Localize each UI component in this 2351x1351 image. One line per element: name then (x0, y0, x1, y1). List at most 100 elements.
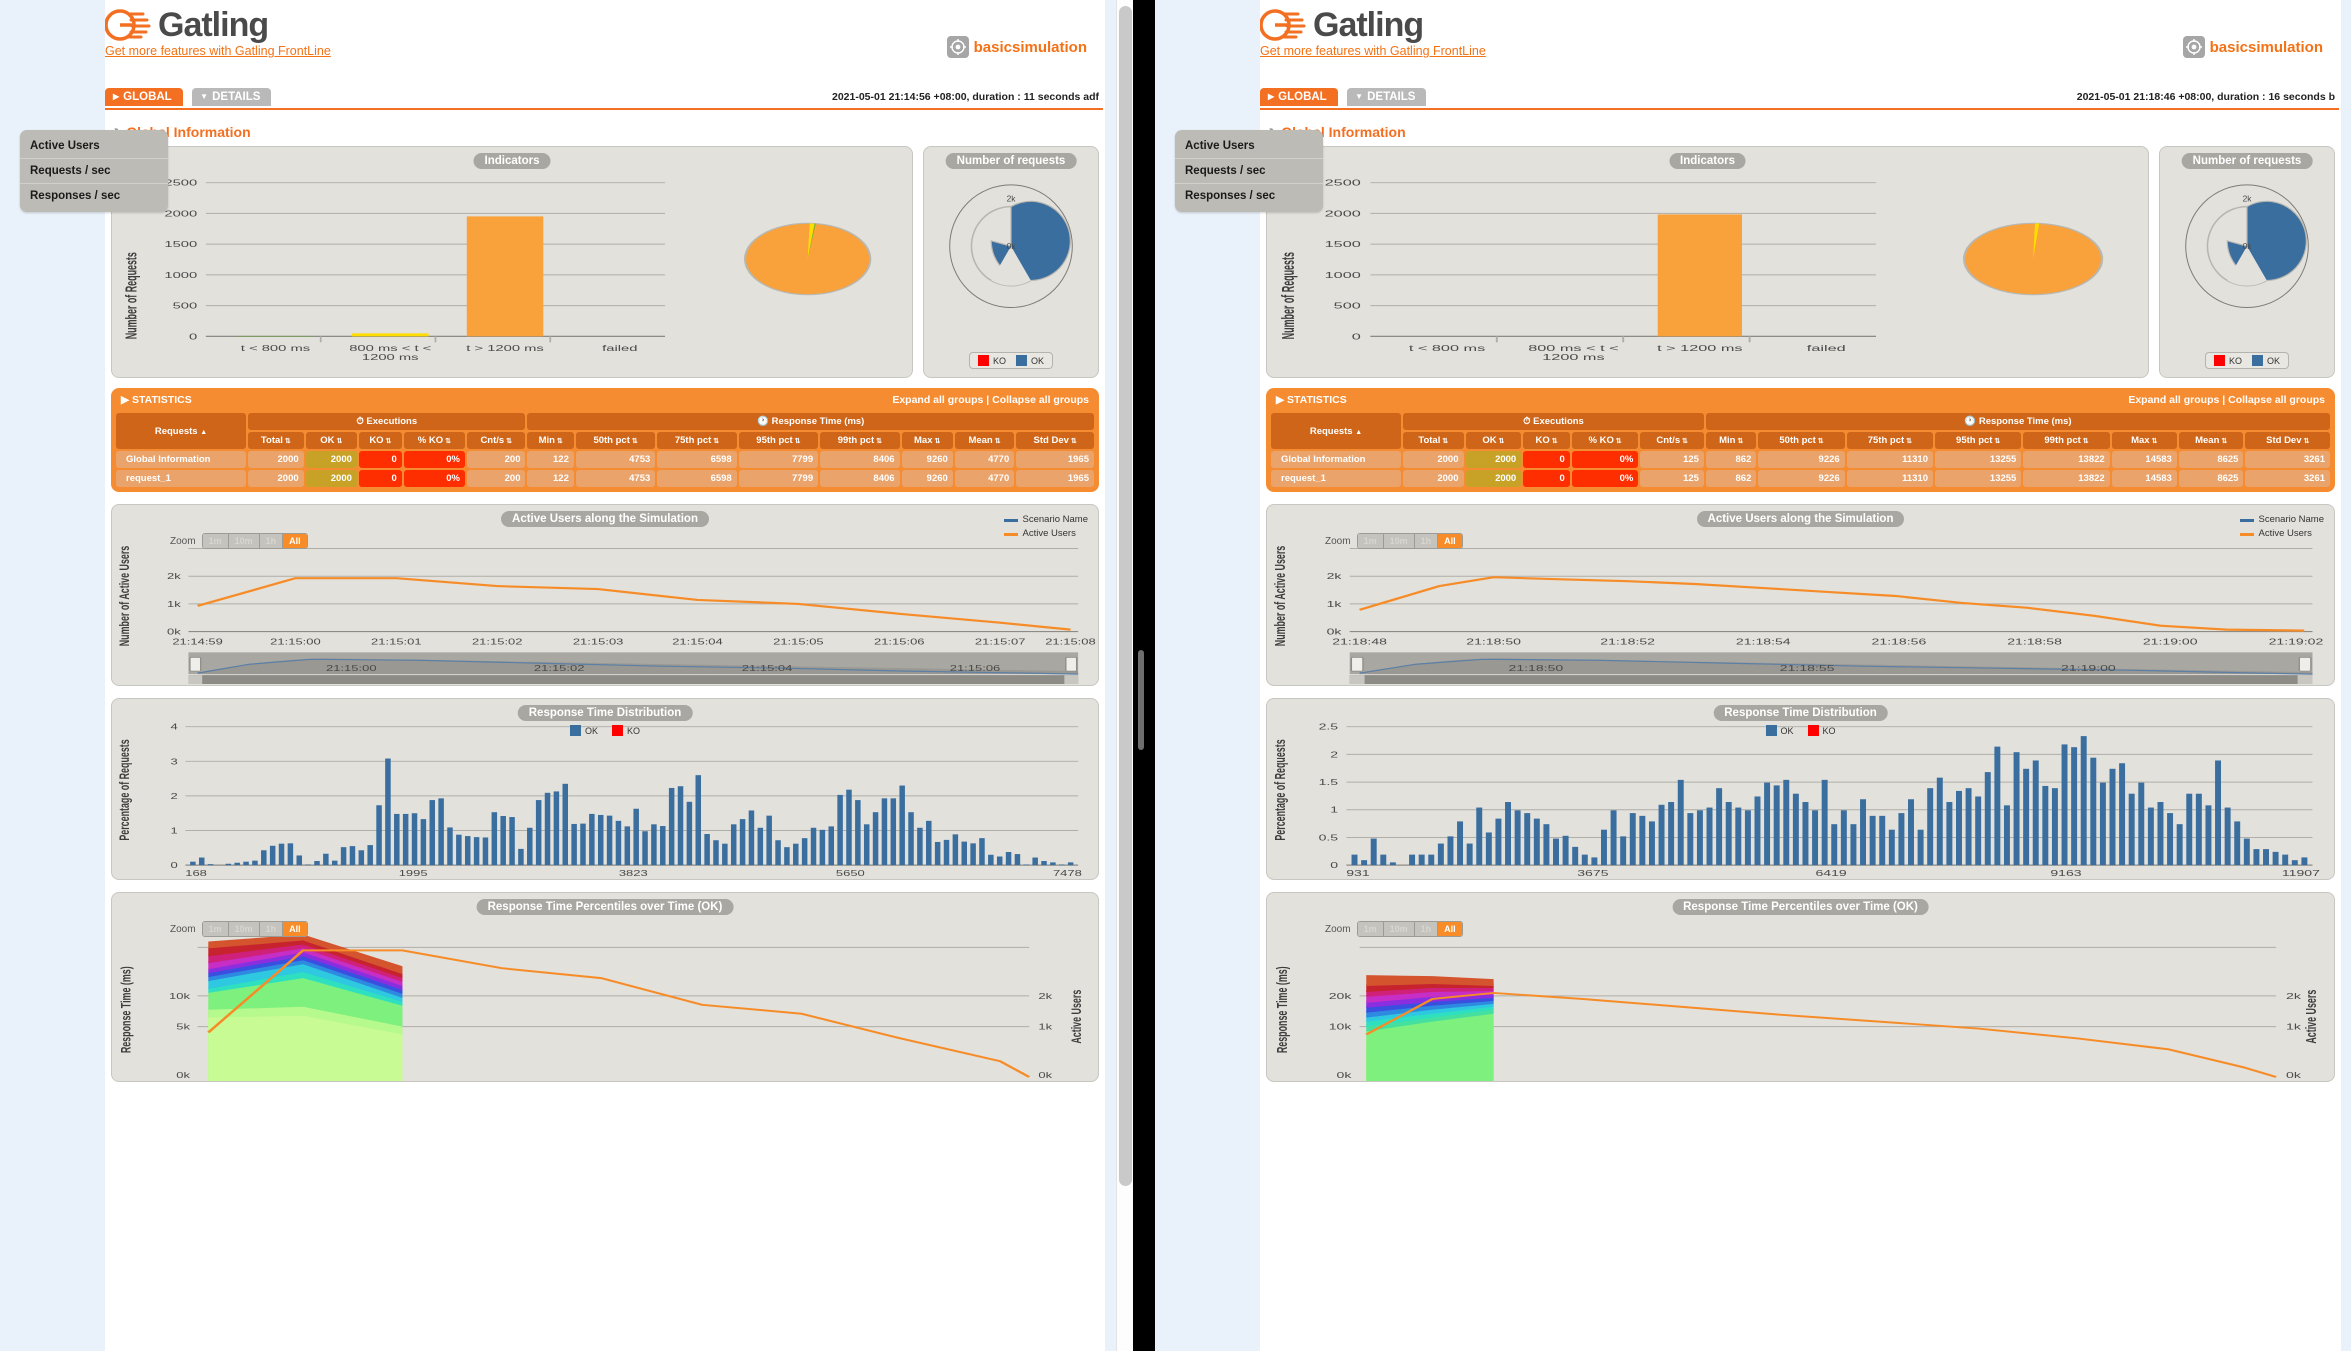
zoom-all[interactable]: All (1438, 534, 1462, 548)
col-pct-ko[interactable]: % KO ⇅ (1571, 432, 1639, 449)
col-ok[interactable]: OK ⇅ (1465, 432, 1522, 449)
svg-text:1k: 1k (1327, 600, 1342, 609)
zoom-10m[interactable]: 10m (1383, 534, 1415, 548)
col-total[interactable]: Total ⇅ (1403, 432, 1464, 449)
col-50th-pct[interactable]: 50th pct ⇅ (575, 432, 656, 449)
col-ok[interactable]: OK ⇅ (305, 432, 357, 449)
table-row[interactable]: Global Information 2000 2000 0 0% 200 12… (116, 451, 1094, 468)
col-95th-pct[interactable]: 95th pct ⇅ (738, 432, 819, 449)
histogram-bar (544, 792, 551, 866)
sidebar-item-responses-sec[interactable]: Responses / sec (1175, 184, 1323, 208)
histogram-bar (642, 831, 648, 866)
statistics-panel: ▶ STATISTICS Expand all groups | Collaps… (1266, 388, 2335, 492)
expand-all-groups-link[interactable]: Expand all groups (892, 394, 983, 406)
histogram-bar (1927, 788, 1934, 866)
histogram-bar (1965, 788, 1972, 866)
zoom-1h[interactable]: 1h (1414, 534, 1439, 548)
cell-75th: 6598 (657, 451, 737, 468)
collapse-all-groups-link[interactable]: Collapse all groups (992, 394, 1089, 406)
col-95th-pct[interactable]: 95th pct ⇅ (1935, 432, 2022, 449)
col-75th-pct[interactable]: 75th pct ⇅ (1846, 432, 1934, 449)
histogram-bar (1869, 815, 1876, 866)
zoom-1m[interactable]: 1m (202, 922, 229, 936)
cell-99th: 8406 (820, 451, 900, 468)
legend-active-users: Active Users (2239, 527, 2324, 541)
col-99th-pct[interactable]: 99th pct ⇅ (2023, 432, 2110, 449)
svg-text:3823: 3823 (619, 869, 648, 878)
statistics-header-left[interactable]: ▶ STATISTICS (121, 394, 192, 406)
table-row[interactable]: request_1 2000 2000 0 0% 125 862 9226 11… (1271, 470, 2330, 487)
gutter-scrollbar-thumb[interactable] (1138, 650, 1144, 750)
tab-details[interactable]: ▼ DETAILS (192, 88, 272, 106)
cell-mean: 4770 (954, 451, 1015, 468)
sidebar-item-active-users[interactable]: Active Users (20, 134, 168, 159)
zoom-all[interactable]: All (283, 922, 307, 936)
sidebar-item-requests-sec[interactable]: Requests / sec (20, 159, 168, 184)
zoom-all[interactable]: All (283, 534, 307, 548)
tab-details[interactable]: ▼ DETAILS (1347, 88, 1427, 106)
col-50th-pct[interactable]: 50th pct ⇅ (1758, 432, 1845, 449)
zoom-10m[interactable]: 10m (1383, 922, 1415, 936)
cell-total: 2000 (1403, 470, 1464, 487)
zoom-1m[interactable]: 1m (1357, 534, 1384, 548)
col-std-dev[interactable]: Std Dev ⇅ (2245, 432, 2330, 449)
cell-max: 14583 (2111, 451, 2177, 468)
histogram-bar (1792, 793, 1799, 866)
sort-icon: ⇅ (1549, 438, 1558, 445)
col-max[interactable]: Max ⇅ (2111, 432, 2177, 449)
tab-global[interactable]: ▶ GLOBAL (1260, 88, 1338, 106)
svg-text:21:18:56: 21:18:56 (1872, 638, 1927, 647)
cell-min: 862 (1705, 470, 1757, 487)
zoom-all[interactable]: All (1438, 922, 1462, 936)
histogram-bar (420, 819, 427, 866)
col-min[interactable]: Min ⇅ (1705, 432, 1757, 449)
active-users-chart: Active Users along the Simulation Zoom 1… (1266, 504, 2335, 686)
col-pct-ko[interactable]: % KO ⇅ (403, 432, 465, 449)
expand-all-groups-link[interactable]: Expand all groups (2128, 394, 2219, 406)
histogram-bar (1023, 864, 1030, 866)
col-max[interactable]: Max ⇅ (901, 432, 953, 449)
sidebar-item-requests-sec[interactable]: Requests / sec (1175, 159, 1323, 184)
sidebar-item-active-users[interactable]: Active Users (1175, 134, 1323, 159)
histogram-bar (828, 826, 834, 866)
zoom-1m[interactable]: 1m (1357, 922, 1384, 936)
frontline-link[interactable]: Get more features with Gatling FrontLine (105, 44, 331, 58)
histogram-bar (970, 843, 976, 866)
zoom-1h[interactable]: 1h (1414, 922, 1439, 936)
col-requests[interactable]: Requests ▲ (116, 413, 246, 449)
zoom-10m[interactable]: 10m (228, 922, 260, 936)
gatling-logo-icon (105, 6, 151, 44)
col-min[interactable]: Min ⇅ (527, 432, 574, 449)
col-ko[interactable]: KO ⇅ (358, 432, 402, 449)
histogram-bar (571, 823, 577, 866)
col-mean[interactable]: Mean ⇅ (2178, 432, 2244, 449)
col-75th-pct[interactable]: 75th pct ⇅ (657, 432, 737, 449)
col-99th-pct[interactable]: 99th pct ⇅ (820, 432, 900, 449)
zoom-10m[interactable]: 10m (228, 534, 260, 548)
page-scrollbar-track[interactable] (1116, 0, 1133, 1351)
zoom-1h[interactable]: 1h (259, 922, 284, 936)
col-requests[interactable]: Requests ▲ (1271, 413, 1401, 449)
statistics-header-left[interactable]: ▶ STATISTICS (1276, 394, 1347, 406)
col-mean[interactable]: Mean ⇅ (954, 432, 1015, 449)
sidebar-item-responses-sec[interactable]: Responses / sec (20, 184, 168, 208)
indicators-yticks: 2500 2000 1500 1000 500 0 (164, 178, 197, 341)
sort-asc-icon: ▲ (200, 428, 208, 436)
zoom-1h[interactable]: 1h (259, 534, 284, 548)
requests-plot: 2k 0k (2185, 184, 2309, 308)
zoom-1m[interactable]: 1m (202, 534, 229, 548)
svg-text:6419: 6419 (1815, 870, 1846, 879)
col-cnt-s[interactable]: Cnt/s ⇅ (1640, 432, 1704, 449)
page-scrollbar-thumb[interactable] (1119, 6, 1132, 1186)
histogram-bar (1466, 843, 1473, 866)
frontline-link[interactable]: Get more features with Gatling FrontLine (1260, 44, 1486, 58)
col-ko[interactable]: KO ⇅ (1523, 432, 1570, 449)
col-std-dev[interactable]: Std Dev ⇅ (1016, 432, 1094, 449)
collapse-all-groups-link[interactable]: Collapse all groups (2228, 394, 2325, 406)
tab-global[interactable]: ▶ GLOBAL (105, 88, 183, 106)
rtd-bars (190, 758, 1074, 866)
col-total[interactable]: Total ⇅ (248, 432, 304, 449)
col-cnt-s[interactable]: Cnt/s ⇅ (466, 432, 526, 449)
table-row[interactable]: Global Information 2000 2000 0 0% 125 86… (1271, 451, 2330, 468)
table-row[interactable]: request_1 2000 2000 0 0% 200 122 4753 65… (116, 470, 1094, 487)
